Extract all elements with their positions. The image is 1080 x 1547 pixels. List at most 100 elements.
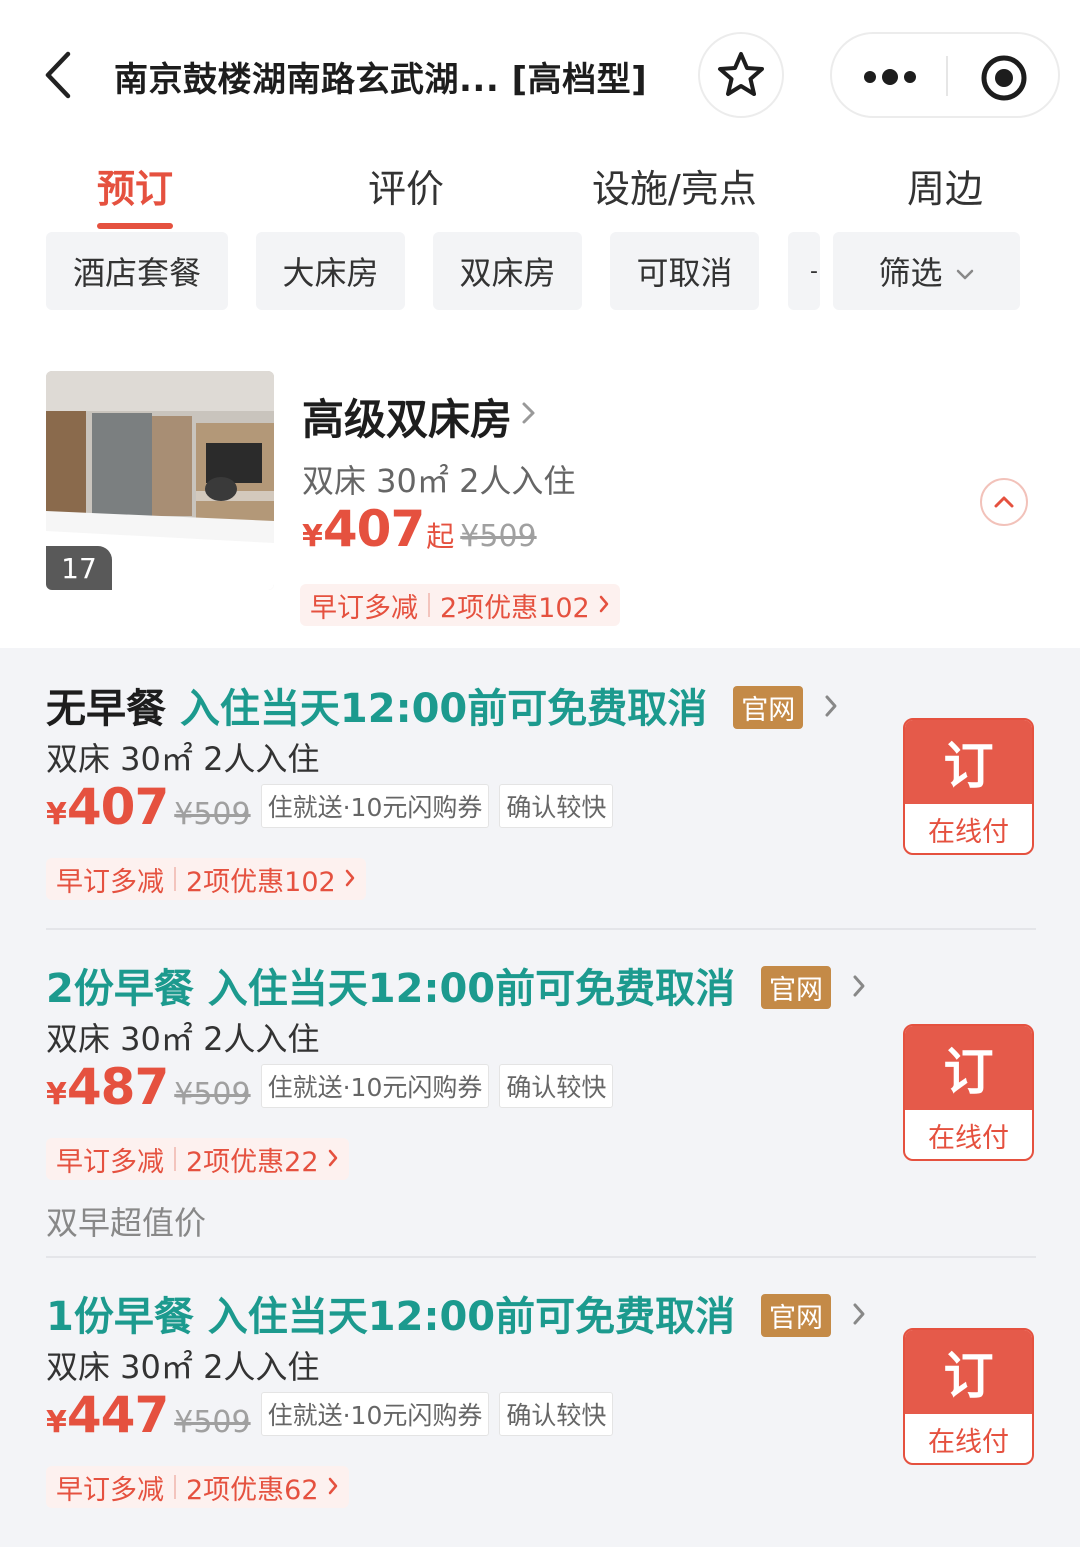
hotel-title: 南京鼓楼湖南路玄武湖... [高档型] [114,60,648,100]
rate-original-price: ¥509 [174,797,251,832]
rate-promo-tag[interactable]: 早订多减 2项优惠22 [46,1138,349,1180]
rate-spec: 双床 30㎡ 2人入住 [46,1348,320,1386]
rate-confirm-tag: 确认较快 [499,784,614,828]
rate-price-currency: ¥ [46,1405,67,1440]
book-button[interactable]: 订 在线付 [903,718,1034,855]
rate-price-value: 487 [66,1058,169,1116]
rate-meal: 2份早餐 [46,966,194,1012]
filter-screen-label: 筛选 [878,254,943,292]
rate-plan-title: 2份早餐 入住当天12:00前可免费取消 官网 [46,956,867,1014]
book-button[interactable]: 订 在线付 [903,1024,1034,1161]
promo-divider [174,867,176,891]
filter-king-bed[interactable]: 大床房 [256,232,405,310]
record-target-icon[interactable] [980,54,1028,102]
chevron-right-icon [327,1144,339,1175]
back-arrow-icon[interactable] [40,48,84,102]
rate-plan-item[interactable]: 2份早餐 入住当天12:00前可免费取消 官网 双床 30㎡ 2人入住 ¥487… [0,930,1080,1256]
rate-original-price: ¥509 [174,1405,251,1440]
room-photo[interactable]: 17 [46,371,274,590]
filter-partial-chip[interactable]: - [788,232,820,310]
rate-gift-tag: 住就送·10元闪购券 [260,784,490,828]
chevron-right-icon [851,1292,867,1338]
chevron-right-icon [344,864,356,895]
rate-price: ¥407 ¥509 住就送·10元闪购券 确认较快 [46,778,614,836]
room-price: ¥407起 ¥509 [302,500,537,558]
star-icon [718,52,764,96]
pay-online-label: 在线付 [928,1123,1009,1154]
capsule-divider [946,56,948,96]
filter-partial-label: - [810,258,818,284]
rate-plan-list: 无早餐 入住当天12:00前可免费取消 官网 双床 30㎡ 2人入住 ¥407 ¥… [0,648,1080,1547]
rate-gift-tag: 住就送·10元闪购券 [260,1064,490,1108]
rate-plan-title: 1份早餐 入住当天12:00前可免费取消 官网 [46,1284,867,1342]
official-badge: 官网 [761,965,832,1009]
chevron-right-icon [598,590,610,621]
room-original-price: ¥509 [460,519,537,554]
filter-cancellable[interactable]: 可取消 [610,232,759,310]
chevron-right-icon[interactable] [520,398,538,428]
pay-online-label: 在线付 [928,817,1009,848]
filter-hotel-package[interactable]: 酒店套餐 [46,232,228,310]
book-label: 订 [905,720,1032,804]
book-button[interactable]: 订 在线付 [903,1328,1034,1465]
room-promo-tag[interactable]: 早订多减 2项优惠102 [300,584,620,626]
official-badge: 官网 [761,1293,832,1337]
promo-divider [428,593,430,617]
chevron-down-icon [955,252,975,290]
mini-program-capsule [830,32,1060,118]
rate-plan-item[interactable]: 1份早餐 入住当天12:00前可免费取消 官网 双床 30㎡ 2人入住 ¥447… [0,1258,1080,1547]
promo-early-label: 早订多减 [56,866,164,898]
room-spec: 双床 30㎡ 2人入住 [302,462,576,500]
promo-divider [174,1475,176,1499]
rate-price-currency: ¥ [46,1077,67,1112]
rate-meal: 1份早餐 [46,1294,194,1340]
promo-discount-label: 2项优惠102 [440,592,590,624]
rate-plan-item[interactable]: 无早餐 入住当天12:00前可免费取消 官网 双床 30㎡ 2人入住 ¥407 ¥… [0,648,1080,928]
rate-price: ¥447 ¥509 住就送·10元闪购券 确认较快 [46,1386,614,1444]
filter-screen-button[interactable]: 筛选 [833,232,1020,310]
tab-booking[interactable]: 预订 [97,158,173,213]
rate-price-value: 407 [66,778,169,836]
favorite-button[interactable] [698,32,784,118]
promo-early-label: 早订多减 [310,592,418,624]
rate-meal: 无早餐 [46,686,166,732]
promo-discount-label: 2项优惠102 [186,866,336,898]
rate-confirm-tag: 确认较快 [499,1392,614,1436]
room-name[interactable]: 高级双床房 [302,386,512,447]
rate-cancel-policy: 入住当天12:00前可免费取消 [207,966,736,1012]
tab-reviews[interactable]: 评价 [368,158,444,213]
chevron-right-icon [327,1472,339,1503]
rate-promo-tag[interactable]: 早订多减 2项优惠62 [46,1466,349,1508]
rate-price-value: 447 [66,1386,169,1444]
room-price-suffix: 起 [426,520,455,553]
rate-promo-tag[interactable]: 早订多减 2项优惠102 [46,858,366,900]
rate-price-currency: ¥ [46,797,67,832]
rate-note: 双早超值价 [46,1204,207,1242]
tab-bar: 预订 评价 设施/亮点 周边 [0,150,1080,230]
book-label: 订 [905,1330,1032,1414]
filter-twin-bed[interactable]: 双床房 [433,232,582,310]
photo-count-badge: 17 [46,546,112,590]
promo-early-label: 早订多减 [56,1146,164,1178]
pay-online-label: 在线付 [928,1427,1009,1458]
rate-cancel-policy: 入住当天12:00前可免费取消 [207,1294,736,1340]
rate-spec: 双床 30㎡ 2人入住 [46,1020,320,1058]
promo-early-label: 早订多减 [56,1474,164,1506]
room-price-currency: ¥ [302,519,323,554]
rate-gift-tag: 住就送·10元闪购券 [260,1392,490,1436]
rate-cancel-policy: 入住当天12:00前可免费取消 [179,686,708,732]
rate-plan-title: 无早餐 入住当天12:00前可免费取消 官网 [46,676,839,734]
rate-price: ¥487 ¥509 住就送·10元闪购券 确认较快 [46,1058,614,1116]
tab-nearby[interactable]: 周边 [907,158,983,213]
room-price-value: 407 [322,500,425,558]
active-tab-indicator [97,223,173,229]
collapse-up-icon[interactable] [980,478,1028,526]
rate-original-price: ¥509 [174,1077,251,1112]
more-dots-icon[interactable] [860,60,920,94]
chevron-right-icon [823,684,839,730]
top-bar: 南京鼓楼湖南路玄武湖... [高档型] [0,0,1080,140]
tab-facilities[interactable]: 设施/亮点 [592,158,757,213]
book-label: 订 [905,1026,1032,1110]
promo-discount-label: 2项优惠22 [186,1146,319,1178]
official-badge: 官网 [733,685,804,729]
